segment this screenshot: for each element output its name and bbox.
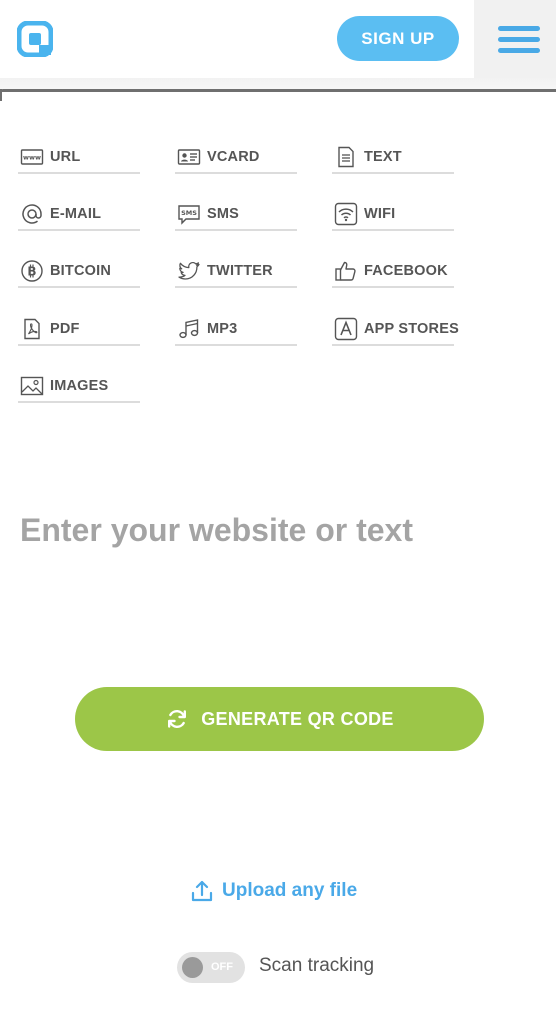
website-text-input[interactable] xyxy=(20,502,536,558)
sign-up-button[interactable]: SIGN UP xyxy=(337,16,459,61)
type-email[interactable]: E-MAIL xyxy=(18,199,140,231)
scan-tracking-label: Scan tracking xyxy=(259,955,375,976)
type-url[interactable]: www URL xyxy=(18,142,140,174)
svg-text:www: www xyxy=(23,154,41,162)
www-icon: www xyxy=(20,145,44,169)
type-twitter[interactable]: TWITTER xyxy=(175,256,297,288)
logo-icon[interactable] xyxy=(17,21,53,57)
type-bitcoin[interactable]: B BITCOIN xyxy=(18,256,140,288)
svg-text:SMS: SMS xyxy=(181,209,197,217)
image-icon xyxy=(20,374,44,398)
svg-text:B: B xyxy=(27,265,36,279)
menu-button[interactable] xyxy=(474,0,556,78)
type-text[interactable]: TEXT xyxy=(332,142,454,174)
type-vcard[interactable]: VCARD xyxy=(175,142,297,174)
wifi-icon xyxy=(334,202,358,226)
upload-file-link[interactable]: Upload any file xyxy=(190,876,357,906)
card-left-border xyxy=(0,89,2,101)
bitcoin-icon: B xyxy=(20,259,44,283)
type-facebook[interactable]: FACEBOOK xyxy=(332,256,454,288)
upload-label: Upload any file xyxy=(222,880,358,901)
app-store-icon xyxy=(334,317,358,341)
generate-qr-code-button[interactable]: GENERATE QR CODE xyxy=(75,687,484,751)
document-icon xyxy=(334,145,358,169)
type-app-stores[interactable]: APP STORES xyxy=(332,314,459,346)
hamburger-menu-icon[interactable] xyxy=(498,24,540,56)
type-images[interactable]: IMAGES xyxy=(18,371,140,403)
twitter-bird-icon xyxy=(177,259,201,283)
type-mp3[interactable]: MP3 xyxy=(175,314,297,346)
type-sms[interactable]: SMS SMS xyxy=(175,199,297,231)
top-header: SIGN UP xyxy=(0,0,556,78)
card-top-border xyxy=(0,89,556,92)
pdf-file-icon xyxy=(20,317,44,341)
type-wifi[interactable]: WIFI xyxy=(332,199,454,231)
toggle-state: OFF xyxy=(211,961,233,973)
upload-icon xyxy=(191,880,213,902)
sms-bubble-icon: SMS xyxy=(177,202,201,226)
music-note-icon xyxy=(177,317,201,341)
type-pdf[interactable]: PDF xyxy=(18,314,140,346)
scan-tracking-toggle[interactable]: OFF xyxy=(177,952,245,983)
toggle-knob xyxy=(182,957,203,978)
vcard-icon xyxy=(177,145,201,169)
thumbs-up-icon xyxy=(334,259,358,283)
at-icon xyxy=(20,202,44,226)
generate-label: GENERATE QR CODE xyxy=(201,708,394,729)
refresh-icon xyxy=(168,710,187,728)
